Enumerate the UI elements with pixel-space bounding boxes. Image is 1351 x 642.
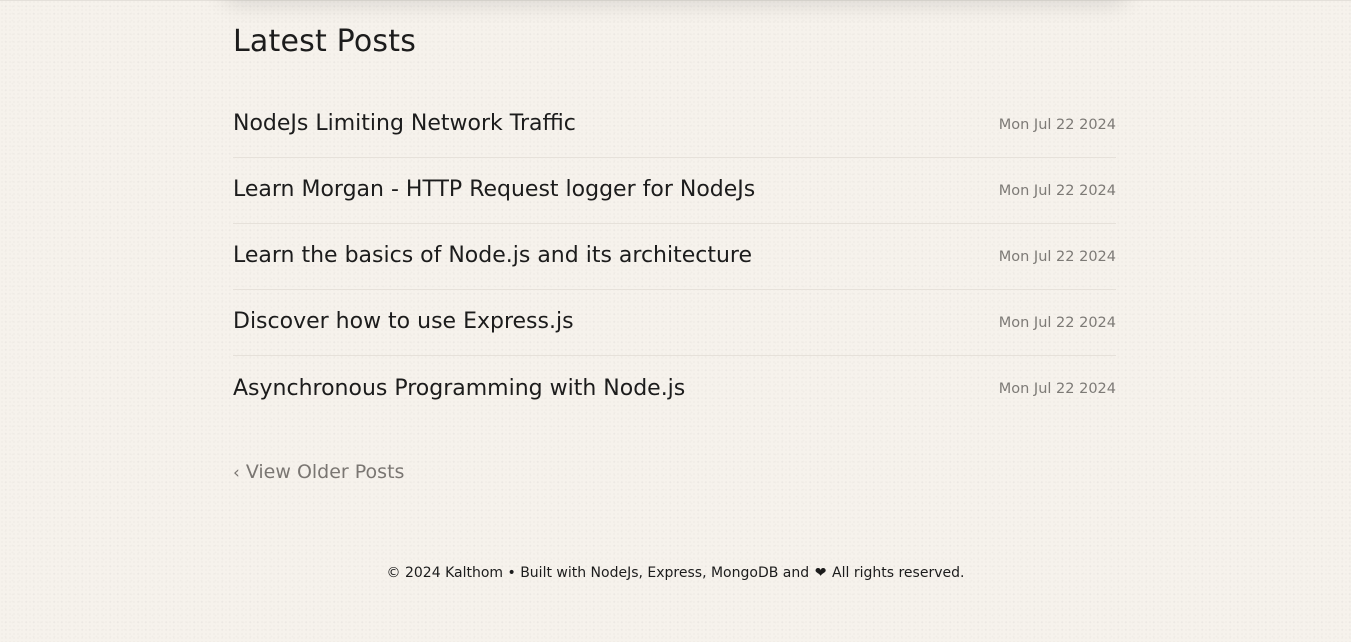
post-title: Discover how to use Express.js: [233, 309, 574, 334]
post-link[interactable]: NodeJs Limiting Network Traffic Mon Jul …: [233, 92, 1116, 157]
top-edge-line: [0, 0, 1351, 1]
footer: © 2024 Kalthom • Built with NodeJs, Expr…: [0, 565, 1351, 581]
post-title: Asynchronous Programming with Node.js: [233, 375, 686, 401]
list-item: Asynchronous Programming with Node.js Mo…: [233, 356, 1116, 422]
post-date: Mon Jul 22 2024: [998, 248, 1116, 265]
post-link[interactable]: Learn the basics of Node.js and its arch…: [233, 224, 1116, 289]
post-date: Mon Jul 22 2024: [998, 381, 1116, 397]
list-item: Learn Morgan - HTTP Request logger for N…: [233, 158, 1116, 224]
page-title: Latest Posts: [233, 24, 417, 59]
heart-icon: ❤: [814, 565, 827, 581]
list-item: Discover how to use Express.js Mon Jul 2…: [233, 290, 1116, 356]
view-older-posts-label: View Older Posts: [245, 461, 405, 483]
list-item: NodeJs Limiting Network Traffic Mon Jul …: [233, 92, 1116, 158]
post-link[interactable]: Learn Morgan - HTTP Request logger for N…: [233, 158, 1116, 223]
footer-rights: All rights reserved.: [832, 565, 965, 581]
post-link[interactable]: Asynchronous Programming with Node.js Mo…: [233, 356, 1116, 422]
post-date: Mon Jul 22 2024: [998, 314, 1116, 331]
post-title: Learn the basics of Node.js and its arch…: [233, 243, 753, 268]
post-list: NodeJs Limiting Network Traffic Mon Jul …: [233, 92, 1116, 422]
view-older-posts-link[interactable]: ‹ View Older Posts: [233, 461, 404, 483]
post-title: NodeJs Limiting Network Traffic: [233, 111, 576, 136]
post-link[interactable]: Discover how to use Express.js Mon Jul 2…: [233, 290, 1116, 355]
post-title: Learn Morgan - HTTP Request logger for N…: [233, 177, 756, 202]
post-date: Mon Jul 22 2024: [998, 116, 1116, 133]
chevron-left-icon: ‹: [233, 463, 240, 483]
footer-text: © 2024 Kalthom • Built with NodeJs, Expr…: [386, 565, 810, 581]
list-item: Learn the basics of Node.js and its arch…: [233, 224, 1116, 290]
post-date: Mon Jul 22 2024: [998, 182, 1116, 199]
